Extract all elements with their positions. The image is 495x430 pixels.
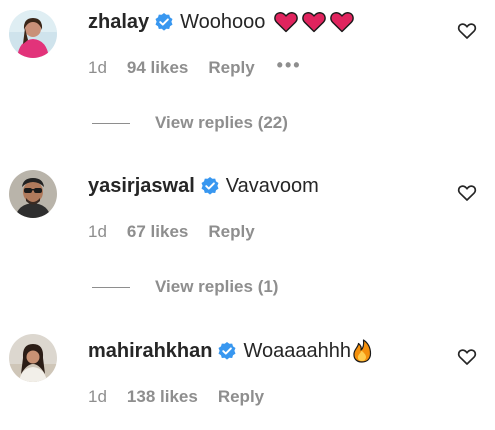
reply-button[interactable]: Reply: [218, 387, 264, 407]
view-replies-button[interactable]: View replies (22): [92, 113, 288, 133]
like-heart-icon[interactable]: [457, 347, 477, 367]
likes-count[interactable]: 138 likes: [127, 387, 198, 407]
comment-time: 1d: [88, 58, 107, 77]
likes-count[interactable]: 94 likes: [127, 58, 188, 78]
comment-meta: 1d 67 likes Reply: [88, 222, 277, 242]
username[interactable]: yasirjaswal: [88, 175, 195, 198]
username[interactable]: mahirahkhan: [88, 340, 212, 363]
avatar[interactable]: [9, 170, 57, 218]
comment-meta: 1d 94 likes Reply •••: [88, 56, 302, 78]
red-heart-emoji-icon: [274, 11, 299, 33]
comment-header: yasirjaswal Vavavoom: [88, 173, 319, 199]
verified-badge-icon: [217, 341, 237, 361]
comment-time: 1d: [88, 222, 107, 241]
red-heart-emoji-icon: [330, 11, 355, 33]
like-heart-icon[interactable]: [457, 183, 477, 203]
avatar[interactable]: [9, 10, 57, 58]
view-replies-button[interactable]: View replies (1): [92, 277, 278, 297]
view-replies-label: View replies (1): [155, 277, 279, 296]
comment-header: zhalay Woohooo: [88, 9, 355, 35]
comment-text: Vavavoom: [225, 174, 319, 197]
avatar[interactable]: [9, 334, 57, 382]
verified-badge-icon: [154, 12, 174, 32]
like-heart-icon[interactable]: [457, 21, 477, 41]
view-replies-label: View replies (22): [155, 113, 288, 132]
comment-header: mahirahkhan Woaaaahhh: [88, 338, 372, 364]
comment-text: Woohooo: [180, 10, 266, 33]
more-options-icon[interactable]: •••: [277, 56, 302, 74]
fire-emoji-icon: [352, 339, 372, 363]
verified-badge-icon: [200, 176, 220, 196]
red-heart-emoji-icon: [302, 11, 327, 33]
comment-text: Woaaaahhh: [243, 339, 351, 362]
reply-button[interactable]: Reply: [208, 222, 254, 242]
likes-count[interactable]: 67 likes: [127, 222, 188, 242]
reply-button[interactable]: Reply: [208, 58, 254, 78]
comment-meta: 1d 138 likes Reply: [88, 387, 286, 407]
divider: [92, 122, 130, 124]
username[interactable]: zhalay: [88, 11, 149, 34]
comment-time: 1d: [88, 387, 107, 406]
divider: [92, 286, 130, 288]
